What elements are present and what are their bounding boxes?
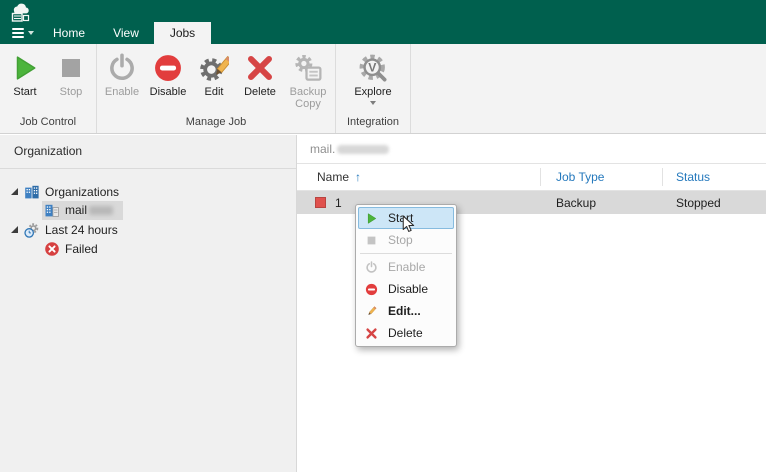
start-play-icon: [364, 212, 379, 225]
start-play-icon: [10, 50, 40, 86]
delete-button-label: Delete: [244, 86, 276, 98]
explore-button-label: Explore: [354, 86, 392, 98]
context-menu-item-enable[interactable]: Enable: [358, 256, 454, 278]
ribbon-group-manage-job: Enable Disable Edit Delete Backup Copy M…: [97, 44, 336, 133]
delete-button[interactable]: Delete: [237, 48, 283, 98]
stop-button[interactable]: Stop: [48, 48, 94, 98]
context-menu-item-delete[interactable]: Delete: [358, 322, 454, 344]
tree-expanded-caret-icon: [11, 226, 18, 233]
backup-copy-icon: [293, 50, 323, 86]
context-menu-item-edit[interactable]: Edit...: [358, 300, 454, 322]
column-header-name[interactable]: Name ↑: [317, 170, 361, 184]
ribbon-group-job-control: Start Stop Job Control: [0, 44, 97, 133]
explore-icon: V: [358, 50, 388, 86]
app-logo-icon: [11, 3, 30, 22]
tree-item-last-24-hours[interactable]: Last 24 hours: [0, 220, 296, 239]
svg-text:V: V: [368, 61, 377, 75]
chevron-down-icon: [28, 31, 34, 35]
sidebar-header-label: Organization: [14, 144, 83, 158]
tab-jobs[interactable]: Jobs: [154, 22, 211, 44]
column-divider: [662, 168, 663, 186]
menu-separator: [360, 253, 452, 254]
tree-item-label: Last 24 hours: [45, 222, 118, 237]
redacted-text: [337, 144, 390, 154]
chevron-down-icon: [370, 101, 376, 105]
tree-item-failed[interactable]: Failed: [0, 239, 296, 258]
context-menu-item-label: Enable: [388, 260, 426, 274]
hamburger-icon: [12, 26, 24, 40]
column-divider: [540, 168, 541, 186]
power-icon: [364, 260, 379, 274]
organization-icon: [44, 202, 60, 218]
organizations-icon: [24, 184, 40, 200]
table-header: Name ↑ Job Type Status: [297, 164, 766, 191]
main-menu-button[interactable]: [6, 22, 40, 44]
edit-button-label: Edit: [204, 86, 224, 98]
start-button[interactable]: Start: [2, 48, 48, 98]
failed-icon: [44, 241, 60, 257]
delete-x-icon: [245, 50, 275, 86]
delete-x-icon: [364, 327, 379, 340]
tree-item-organizations[interactable]: Organizations: [0, 182, 296, 201]
tree-selection-highlight: mail: [42, 201, 124, 220]
ribbon-group-label-integration: Integration: [347, 116, 399, 128]
disable-button-label: Disable: [149, 86, 187, 98]
ribbon-tabs: Home View Jobs: [0, 22, 211, 44]
explore-button[interactable]: V Explore: [338, 48, 408, 105]
column-header-name-label: Name: [317, 170, 350, 184]
last-24-hours-icon: [24, 222, 40, 238]
cell-name: 1: [335, 195, 342, 210]
ribbon-group-label-manage-job: Manage Job: [185, 116, 247, 128]
sort-ascending-icon: ↑: [355, 170, 362, 184]
context-menu-item-disable[interactable]: Disable: [358, 278, 454, 300]
context-menu-item-label: Delete: [388, 326, 423, 340]
pencil-icon: [364, 305, 379, 318]
organization-sidebar: Organization Organizations mail Last 24 …: [0, 135, 297, 472]
tree-item-label: Organizations: [45, 184, 120, 199]
tree-item-label: mail: [65, 203, 88, 217]
breadcrumb: mail.: [297, 135, 766, 164]
ribbon-group-label-job-control: Job Control: [19, 116, 77, 128]
backup-copy-button-label: Backup Copy: [289, 86, 327, 110]
stop-square-icon: [56, 50, 86, 86]
title-bar: Home View Jobs: [0, 0, 766, 44]
cell-status: Stopped: [676, 195, 721, 210]
stop-button-label: Stop: [59, 86, 83, 98]
column-header-status[interactable]: Status: [676, 170, 710, 184]
tab-home[interactable]: Home: [40, 22, 98, 44]
redacted-text: [89, 205, 114, 215]
organization-tree: Organizations mail Last 24 hours Failed: [0, 182, 296, 258]
start-button-label: Start: [13, 86, 37, 98]
enable-button[interactable]: Enable: [99, 48, 145, 98]
cell-job-type: Backup: [556, 195, 597, 210]
ribbon: Start Stop Job Control Enable Disable Ed…: [0, 44, 766, 134]
app-window: Home View Jobs Start Stop Job Control En…: [0, 0, 766, 472]
power-icon: [107, 50, 137, 86]
breadcrumb-label: mail.: [310, 142, 336, 156]
tree-item-mail-organization[interactable]: mail: [0, 201, 296, 220]
disable-button[interactable]: Disable: [145, 48, 191, 98]
backup-copy-button[interactable]: Backup Copy: [283, 48, 333, 110]
column-header-job-type[interactable]: Job Type: [556, 170, 604, 184]
disable-icon: [364, 283, 379, 296]
tab-view[interactable]: View: [98, 22, 154, 44]
edit-button[interactable]: Edit: [191, 48, 237, 98]
edit-gear-pencil-icon: [199, 50, 229, 86]
disable-icon: [153, 50, 183, 86]
context-menu-item-label: Stop: [388, 233, 413, 247]
stop-square-icon: [364, 234, 379, 247]
job-red-square-icon: [315, 197, 326, 208]
context-menu-item-label: Edit...: [388, 304, 421, 318]
tree-item-label: Failed: [65, 241, 98, 256]
mouse-cursor-icon: [402, 215, 415, 232]
enable-button-label: Enable: [104, 86, 140, 98]
tree-expanded-caret-icon: [11, 188, 18, 195]
context-menu-item-label: Disable: [388, 282, 429, 296]
sidebar-header: Organization: [0, 135, 296, 169]
ribbon-group-integration: V Explore Integration: [336, 44, 411, 133]
